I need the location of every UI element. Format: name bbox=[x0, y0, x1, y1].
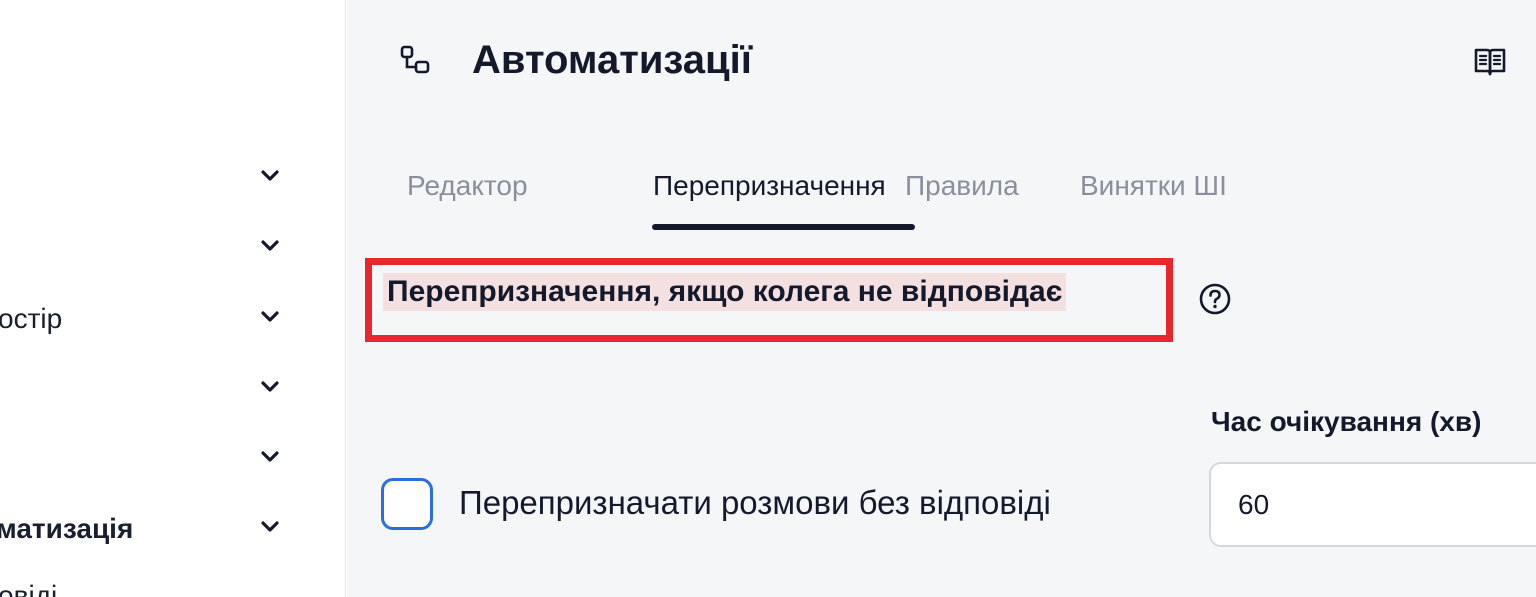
sidebar-item-4[interactable] bbox=[0, 367, 300, 407]
chevron-down-icon bbox=[261, 240, 279, 251]
chevron-down-icon bbox=[261, 311, 279, 322]
highlight-box: Перепризначення, якщо колега не відповід… bbox=[365, 258, 1173, 342]
sidebar: остір матизація овіді bbox=[0, 0, 346, 597]
reassign-checkbox-label[interactable]: Перепризначати розмови без відповіді bbox=[459, 484, 1051, 522]
workflow-icon bbox=[400, 45, 430, 74]
sidebar-item-space[interactable]: остір bbox=[0, 297, 300, 337]
sidebar-item-automation[interactable]: матизація bbox=[0, 507, 300, 547]
sidebar-item-label: остір bbox=[0, 303, 63, 334]
sidebar-item-5[interactable] bbox=[0, 437, 300, 477]
chevron-down-icon bbox=[261, 521, 279, 532]
tab-rules[interactable]: Правила bbox=[905, 170, 1019, 202]
active-tab-indicator bbox=[652, 224, 915, 230]
section-title: Перепризначення, якщо колега не відповід… bbox=[383, 273, 1067, 311]
wait-time-input[interactable] bbox=[1209, 462, 1536, 547]
sidebar-subitem[interactable]: овіді bbox=[0, 574, 300, 597]
tab-editor[interactable]: Редактор bbox=[407, 170, 528, 202]
book-icon[interactable] bbox=[1473, 44, 1507, 78]
sidebar-item-1[interactable] bbox=[0, 156, 300, 196]
sidebar-item-label: овіді bbox=[0, 580, 58, 597]
page-title: Автоматизації bbox=[472, 38, 752, 82]
chevron-down-icon bbox=[261, 451, 279, 462]
help-icon[interactable] bbox=[1198, 282, 1232, 316]
sidebar-item-2[interactable] bbox=[0, 226, 300, 266]
chevron-down-icon bbox=[261, 381, 279, 392]
main-content: Автоматизації Редактор Перепризначення П… bbox=[347, 0, 1536, 597]
sidebar-item-label: матизація bbox=[0, 513, 134, 544]
reassign-checkbox[interactable] bbox=[381, 478, 433, 530]
chevron-down-icon bbox=[261, 170, 279, 181]
wait-time-label: Час очікування (хв) bbox=[1211, 406, 1482, 437]
tab-reassignment[interactable]: Перепризначення bbox=[653, 170, 886, 202]
tab-ai-exceptions[interactable]: Винятки ШІ bbox=[1080, 170, 1227, 202]
